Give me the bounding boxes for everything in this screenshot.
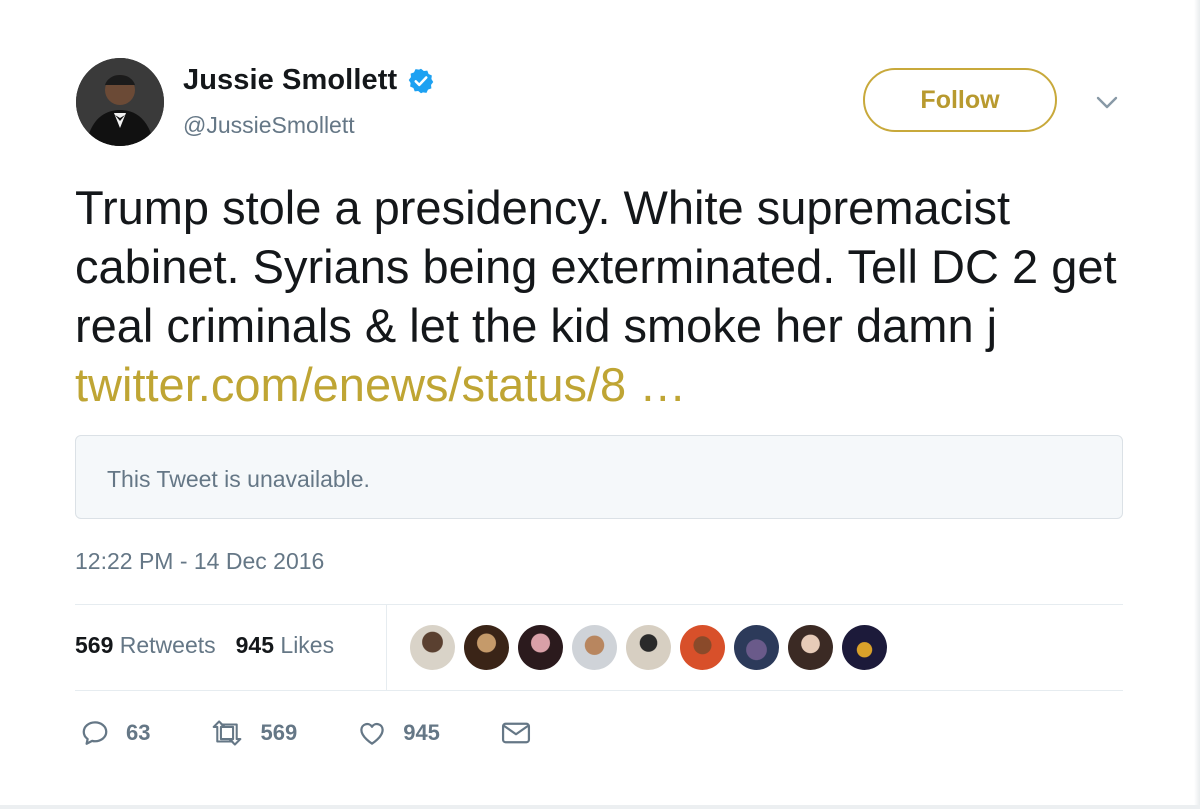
retweet-icon [213,720,242,746]
tweet-body: Trump stole a presidency. White supremac… [75,181,1117,352]
like-button[interactable]: 945 [357,718,440,748]
liker-avatar[interactable] [410,625,455,670]
heart-icon [360,722,384,745]
envelope-icon [501,722,530,744]
chevron-down-icon[interactable] [1096,96,1118,110]
author-avatar[interactable] [76,58,164,146]
retweet-button[interactable]: 569 [210,718,297,748]
retweet-count: 569 [260,720,298,745]
reply-button[interactable]: 63 [80,718,150,748]
tweet-timestamp[interactable]: 12:22 PM - 14 Dec 2016 [75,548,324,575]
like-count: 945 [403,720,440,745]
window-edge [0,805,1200,809]
verified-badge-icon [409,68,434,93]
retweets-label: Retweets [119,632,216,658]
reply-count: 63 [126,720,151,745]
retweets-count: 569 [75,632,114,658]
reply-icon [82,721,108,745]
retweets-stat[interactable]: 569 Retweets [75,632,216,659]
quoted-tweet-unavailable-text: This Tweet is unavailable. [107,466,370,492]
author-handle[interactable]: @JussieSmollett [183,112,355,139]
liker-avatar[interactable] [788,625,833,670]
direct-message-button[interactable] [500,718,548,748]
tweet-link[interactable]: twitter.com/enews/status/8 … [75,358,686,411]
author-name-row: Jussie Smollett [183,64,435,97]
likes-stat[interactable]: 945 Likes [236,632,334,659]
liker-avatars [410,625,896,670]
likes-label: Likes [280,632,335,658]
tweet-card: Jussie Smollett @JussieSmollett Follow T… [0,0,1200,809]
divider [75,604,1123,605]
liker-avatar[interactable] [842,625,887,670]
author-name[interactable]: Jussie Smollett [183,64,397,97]
follow-button[interactable]: Follow [863,68,1057,132]
tweet-text: Trump stole a presidency. White supremac… [75,178,1135,414]
likes-count: 945 [235,632,275,658]
liker-avatar[interactable] [626,625,671,670]
liker-avatar[interactable] [518,625,563,670]
tweet-stats: 569 Retweets 945 Likes [75,632,354,659]
divider [75,690,1123,691]
liker-avatar[interactable] [572,625,617,670]
liker-avatar[interactable] [464,625,509,670]
window-edge [1194,0,1200,809]
liker-avatar[interactable] [680,625,725,670]
tweet-actions: 63 569 945 [80,718,608,748]
quoted-tweet-box[interactable]: This Tweet is unavailable. [75,435,1123,519]
liker-avatar[interactable] [734,625,779,670]
stats-divider [386,604,387,690]
